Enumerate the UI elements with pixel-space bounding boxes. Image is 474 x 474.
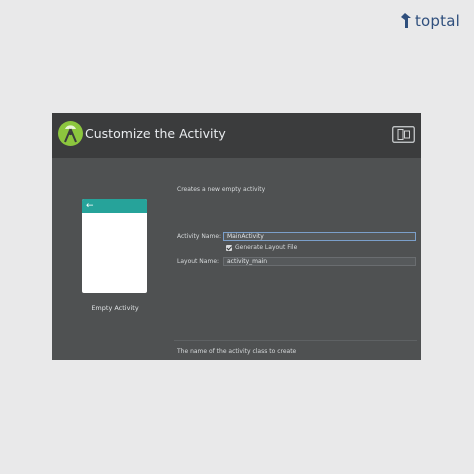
generate-layout-checkbox[interactable] <box>226 244 232 251</box>
preview-app-bar: ← <box>82 199 147 213</box>
back-arrow-icon: ← <box>86 201 94 211</box>
activity-name-label: Activity Name: <box>177 233 222 240</box>
android-studio-icon <box>58 121 83 146</box>
dialog-title: Customize the Activity <box>85 126 226 141</box>
layout-name-input[interactable] <box>223 257 416 266</box>
customize-activity-dialog: Customize the Activity ← Empty Activity … <box>52 113 421 360</box>
preview-label: Empty Activity <box>91 304 139 312</box>
field-hint: The name of the activity class to create <box>177 348 297 355</box>
toptal-logo: toptal <box>398 12 460 30</box>
template-description: Creates a new empty activity <box>177 186 266 193</box>
generate-layout-label: Generate Layout File <box>235 244 298 251</box>
layout-name-label: Layout Name: <box>177 258 220 265</box>
dialog-header: Customize the Activity <box>52 113 421 158</box>
toptal-mark-icon <box>400 13 411 28</box>
activity-preview-thumbnail: ← <box>82 199 147 293</box>
activity-name-input[interactable] <box>223 232 416 241</box>
generate-layout-checkbox-row[interactable]: Generate Layout File <box>226 244 297 251</box>
device-layout-icon[interactable] <box>392 126 415 143</box>
brand-name: toptal <box>414 12 460 30</box>
hint-divider <box>174 340 417 341</box>
